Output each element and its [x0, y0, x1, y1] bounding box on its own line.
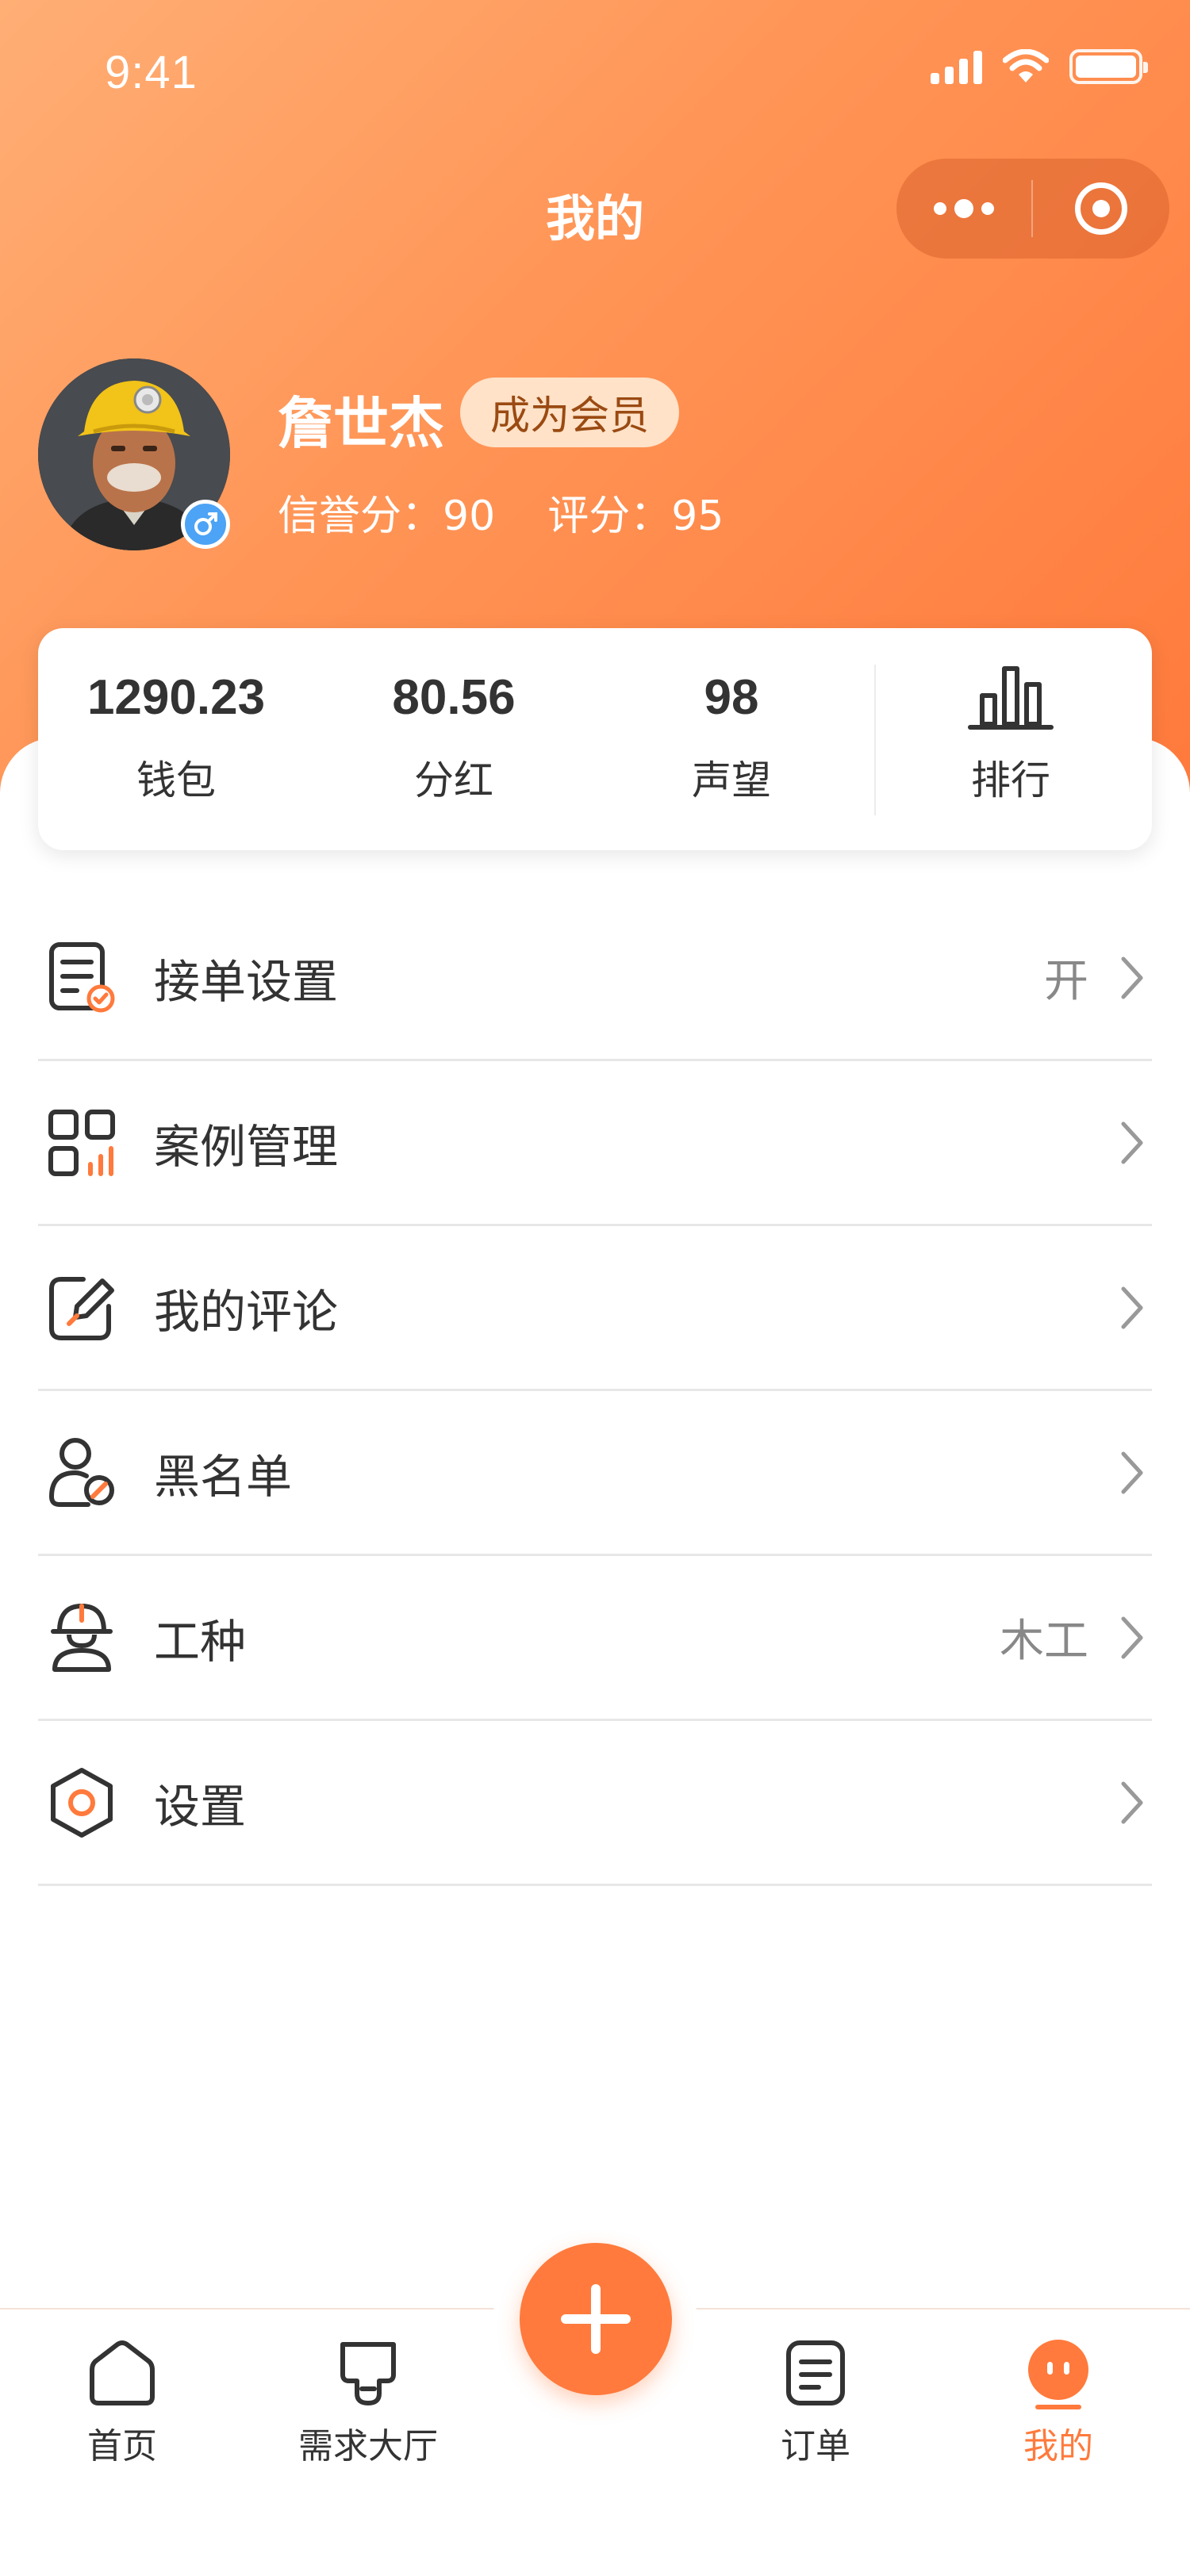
add-button[interactable]	[520, 2243, 672, 2395]
menu-item-my-comments[interactable]: 我的评论	[38, 1226, 1152, 1391]
menu-item-order-settings[interactable]: 接单设置 开	[38, 896, 1152, 1061]
plus-icon	[561, 2284, 631, 2354]
order-list-icon	[720, 2333, 911, 2413]
menu-item-label: 设置	[154, 1779, 247, 1834]
miniprogram-capsule	[896, 159, 1169, 259]
menu-item-case-management[interactable]: 案例管理	[38, 1061, 1152, 1226]
tab-demand-hall[interactable]: 需求大厅	[273, 2333, 463, 2468]
stat-dividend[interactable]: 80.56 分红	[335, 666, 573, 806]
tab-orders[interactable]: 订单	[720, 2333, 911, 2468]
score-row: 信誉分：90 评分：95	[278, 482, 724, 542]
wallet-value: 1290.23	[86, 670, 266, 725]
order-switch-status: 开	[1044, 956, 1088, 1007]
male-gender-icon	[181, 500, 230, 549]
dividend-label: 分红	[414, 757, 493, 803]
chevron-right-icon	[1112, 1779, 1152, 1827]
worker-helmet-icon	[43, 1599, 121, 1677]
edit-comment-icon	[43, 1269, 121, 1347]
tab-label: 需求大厅	[298, 2426, 438, 2467]
menu-item-settings[interactable]: 设置	[38, 1721, 1152, 1886]
tab-mine[interactable]: 我的	[963, 2333, 1154, 2468]
case-grid-icon	[43, 1104, 121, 1182]
menu-item-blacklist[interactable]: 黑名单	[38, 1391, 1152, 1556]
battery-icon	[1069, 49, 1148, 84]
ranking-button[interactable]: 排行	[892, 666, 1130, 806]
rating-score-label: 评分：	[547, 493, 672, 540]
menu-item-label: 工种	[154, 1614, 247, 1669]
user-name: 詹世杰	[278, 391, 444, 456]
credit-score: 信誉分：90	[278, 482, 495, 542]
become-member-button[interactable]: 成为会员	[460, 378, 679, 447]
trade-value: 木工	[1000, 1616, 1088, 1667]
stat-wallet[interactable]: 1290.23 钱包	[57, 666, 295, 806]
reputation-label: 声望	[692, 757, 771, 803]
hex-settings-icon	[43, 1764, 121, 1842]
status-icons	[931, 49, 1148, 84]
ranking-label: 排行	[971, 757, 1050, 803]
chevron-right-icon	[1112, 1614, 1152, 1662]
wallet-label: 钱包	[136, 757, 216, 803]
settings-menu: 接单设置 开 案例管理 我的评论 黑名单 工种 木工 设置	[38, 896, 1152, 1886]
order-settings-icon	[43, 939, 121, 1017]
credit-score-label: 信誉分：	[278, 493, 443, 540]
home-icon	[27, 2333, 217, 2413]
cellular-signal-icon	[931, 49, 982, 84]
dividend-value: 80.56	[392, 670, 516, 725]
mine-icon	[963, 2333, 1154, 2413]
more-menu-button[interactable]	[896, 159, 1031, 259]
credit-score-value: 90	[443, 493, 496, 540]
close-miniprogram-button[interactable]	[1033, 182, 1169, 235]
target-icon	[1075, 182, 1127, 235]
menu-item-trade[interactable]: 工种 木工	[38, 1556, 1152, 1721]
status-time: 9:41	[105, 47, 198, 98]
tab-label: 订单	[781, 2426, 850, 2467]
chevron-right-icon	[1112, 954, 1152, 1002]
menu-item-label: 黑名单	[154, 1449, 293, 1504]
stat-reputation[interactable]: 98 声望	[612, 666, 850, 806]
blocked-user-icon	[43, 1434, 121, 1512]
tab-label: 我的	[1023, 2426, 1093, 2467]
stats-card: 1290.23 钱包 80.56 分红 98 声望 排行	[38, 628, 1152, 850]
rating-score-value: 95	[671, 493, 724, 540]
tab-label: 首页	[87, 2426, 157, 2467]
chevron-right-icon	[1112, 1284, 1152, 1332]
chevron-right-icon	[1112, 1119, 1152, 1167]
reputation-value: 98	[704, 670, 759, 725]
bar-chart-icon	[892, 666, 1130, 730]
chevron-right-icon	[1112, 1449, 1152, 1497]
menu-item-label: 我的评论	[154, 1284, 339, 1339]
demand-hall-icon	[273, 2333, 463, 2413]
wifi-icon	[1003, 49, 1049, 82]
menu-item-label: 接单设置	[154, 954, 339, 1009]
menu-item-label: 案例管理	[154, 1119, 339, 1174]
stats-divider	[874, 665, 876, 815]
tab-home[interactable]: 首页	[27, 2333, 217, 2468]
rating-score: 评分：95	[547, 482, 724, 542]
